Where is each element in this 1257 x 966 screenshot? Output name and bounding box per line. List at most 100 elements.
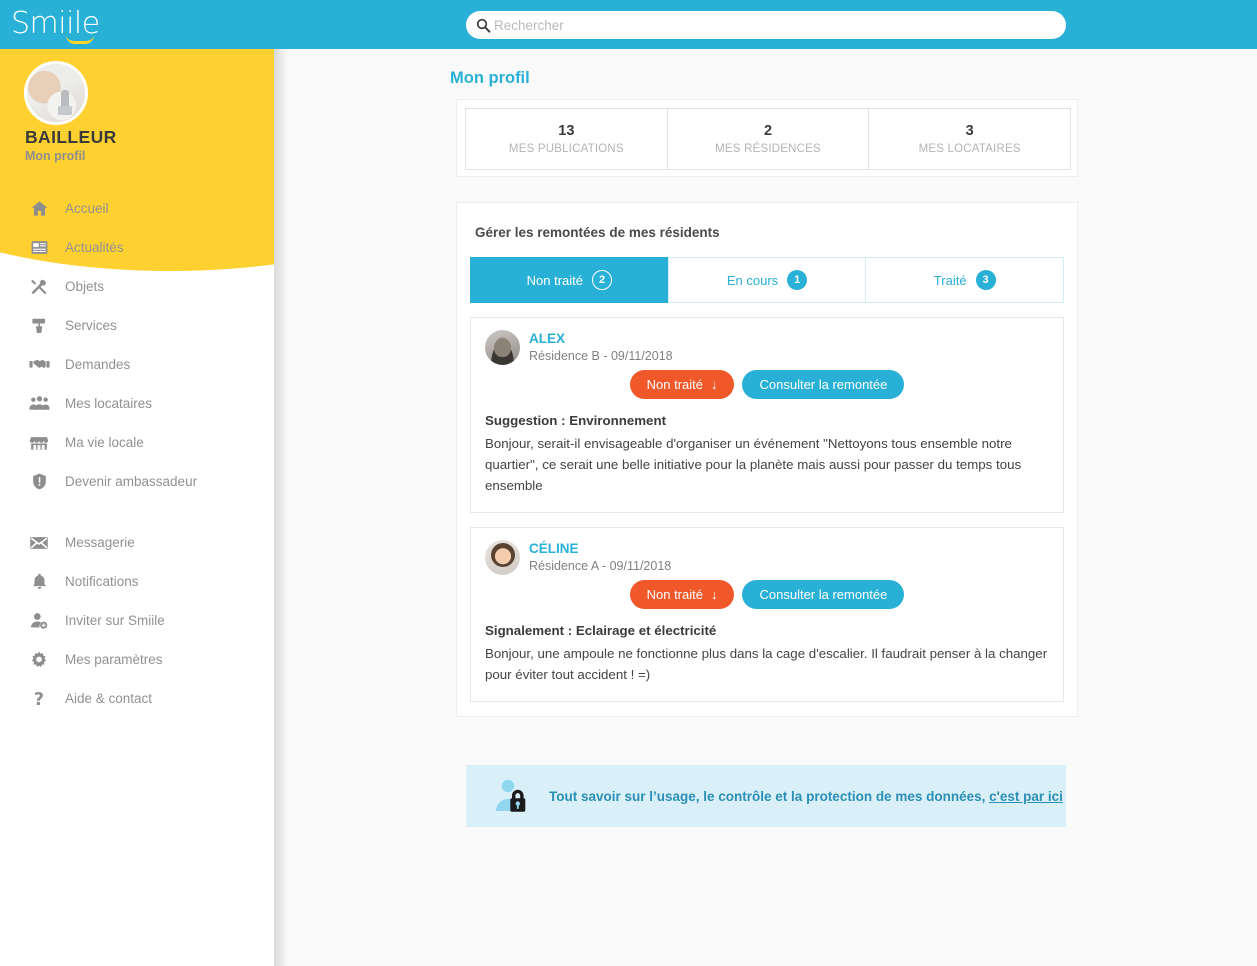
tab-label: En cours [726, 272, 779, 288]
user-lock-icon [492, 777, 532, 815]
search-bar[interactable] [466, 11, 1066, 39]
sidebar-item-objets[interactable]: Objets [0, 267, 274, 306]
paint-roller-icon [27, 315, 51, 337]
post-actions: Non traité ↓ Consulter la remontée [485, 580, 1049, 609]
storefront-icon [27, 432, 51, 454]
stat-value: 2 [763, 122, 773, 139]
privacy-banner: Tout savoir sur l’usage, le contrôle et … [466, 765, 1066, 827]
stats-card: 13 MES PUBLICATIONS 2 MES RÉSIDENCES 3 M… [456, 99, 1078, 177]
post-meta: Résidence B - 09/11/2018 [529, 349, 673, 363]
consult-button[interactable]: Consulter la remontée [742, 580, 905, 609]
sidebar-item-aide-contact[interactable]: ? Aide & contact [0, 679, 274, 718]
envelope-icon [27, 532, 51, 554]
sidebar-item-label: Inviter sur Smiile [65, 613, 165, 628]
sidebar-item-label: Mes locataires [65, 396, 153, 411]
privacy-link[interactable]: c'est par ici [989, 789, 1063, 804]
stat-label: MES RÉSIDENCES [715, 142, 821, 155]
handshake-icon [27, 354, 51, 376]
post-subject: Suggestion : Environnement [485, 413, 666, 428]
top-bar: Smiile [0, 0, 1257, 49]
tab-count-badge: 3 [975, 270, 996, 290]
sidebar-item-label: Messagerie [65, 535, 135, 550]
post-body: Bonjour, une ampoule ne fonctionne plus … [485, 646, 1048, 682]
sidebar-item-devenir-ambassadeur[interactable]: Devenir ambassadeur [0, 462, 274, 501]
stat-mes-publications[interactable]: 13 MES PUBLICATIONS [466, 109, 668, 169]
tab-count-badge: 2 [592, 270, 613, 290]
post-author[interactable]: CÉLINE [529, 540, 671, 557]
tab-en-cours[interactable]: En cours 1 [667, 257, 866, 303]
stat-label: MES LOCATAIRES [918, 142, 1021, 155]
tab-label: Traité [933, 272, 967, 288]
sidebar-item-actualites[interactable]: Actualités [0, 228, 274, 267]
chevron-down-icon: ↓ [710, 377, 718, 392]
tab-non-traite[interactable]: Non traité 2 [470, 257, 668, 303]
stat-label: MES PUBLICATIONS [508, 142, 624, 155]
status-tabs: Non traité 2 En cours 1 Traité 3 [470, 257, 1065, 303]
post-meta: Résidence A - 09/11/2018 [529, 559, 672, 573]
logo-smile-arc [66, 35, 94, 44]
sidebar-item-inviter-sur-smiile[interactable]: Inviter sur Smiile [0, 601, 274, 640]
sidebar-item-services[interactable]: Services [0, 306, 274, 345]
post-subject: Signalement : Eclairage et électricité [485, 623, 717, 638]
stat-mes-residences[interactable]: 2 MES RÉSIDENCES [668, 109, 870, 169]
sidebar-item-label: Ma vie locale [65, 435, 144, 450]
shield-icon [27, 471, 51, 493]
sidebar: BAILLEUR Mon profil Accueil Actualités O… [0, 49, 274, 966]
status-dropdown-button[interactable]: Non traité ↓ [629, 580, 735, 609]
svg-text:?: ? [34, 689, 44, 708]
stat-mes-locataires[interactable]: 3 MES LOCATAIRES [869, 109, 1070, 169]
question-mark-icon: ? [27, 688, 51, 710]
newspaper-icon [27, 237, 51, 259]
sidebar-item-label: Devenir ambassadeur [65, 474, 198, 489]
page-title: Mon profil [450, 69, 530, 87]
sidebar-item-label: Services [65, 318, 117, 333]
sidebar-item-label: Aide & contact [65, 691, 153, 706]
status-label: Non traité [646, 377, 703, 392]
sidebar-divider [0, 501, 274, 523]
app-logo[interactable]: Smiile [11, 8, 121, 44]
sidebar-item-ma-vie-locale[interactable]: Ma vie locale [0, 423, 274, 462]
stat-value: 13 [558, 122, 575, 139]
list-item: ALEX Résidence B - 09/11/2018 Non traité… [470, 317, 1064, 513]
status-label: Non traité [646, 587, 703, 602]
post-body: Bonjour, serait-il envisageable d'organi… [485, 436, 1022, 493]
tab-count-badge: 1 [787, 270, 808, 290]
sidebar-item-messagerie[interactable]: Messagerie [0, 523, 274, 562]
sidebar-item-accueil[interactable]: Accueil [0, 189, 274, 228]
panel-title: Gérer les remontées de mes résidents [475, 225, 720, 240]
tab-traite[interactable]: Traité 3 [865, 257, 1065, 303]
sidebar-item-label: Objets [65, 279, 105, 294]
remontees-panel: Gérer les remontées de mes résidents Non… [456, 202, 1078, 717]
post-author[interactable]: ALEX [529, 330, 673, 347]
sidebar-item-label: Demandes [65, 357, 131, 372]
sidebar-item-label: Accueil [65, 201, 109, 216]
avatar[interactable] [485, 540, 520, 575]
sidebar-nav: Accueil Actualités Objets Services Deman… [0, 189, 274, 718]
profile-name: BAILLEUR [25, 127, 117, 147]
status-dropdown-button[interactable]: Non traité ↓ [629, 370, 735, 399]
privacy-text: Tout savoir sur l’usage, le contrôle et … [549, 789, 1063, 804]
main-content: Mon profil 13 MES PUBLICATIONS 2 MES RÉS… [274, 49, 1257, 966]
sidebar-item-mes-parametres[interactable]: Mes paramètres [0, 640, 274, 679]
sidebar-item-demandes[interactable]: Demandes [0, 345, 274, 384]
gear-icon [27, 649, 51, 671]
sidebar-item-label: Mes paramètres [65, 652, 163, 667]
sidebar-item-mes-locataires[interactable]: Mes locataires [0, 384, 274, 423]
avatar[interactable] [485, 330, 520, 365]
search-input[interactable] [494, 12, 1066, 38]
list-item: CÉLINE Résidence A - 09/11/2018 Non trai… [470, 527, 1064, 702]
sidebar-item-notifications[interactable]: Notifications [0, 562, 274, 601]
home-icon [27, 198, 51, 220]
sidebar-item-label: Notifications [65, 574, 139, 589]
tools-icon [27, 276, 51, 298]
user-plus-icon [27, 610, 51, 632]
stat-value: 3 [965, 122, 974, 139]
tab-label: Non traité [526, 272, 584, 288]
privacy-message: Tout savoir sur l’usage, le contrôle et … [549, 788, 986, 804]
avatar[interactable] [24, 61, 88, 125]
bell-icon [27, 571, 51, 593]
search-icon [476, 18, 491, 33]
consult-button[interactable]: Consulter la remontée [742, 370, 905, 399]
people-group-icon [27, 393, 51, 415]
chevron-down-icon: ↓ [710, 587, 718, 602]
